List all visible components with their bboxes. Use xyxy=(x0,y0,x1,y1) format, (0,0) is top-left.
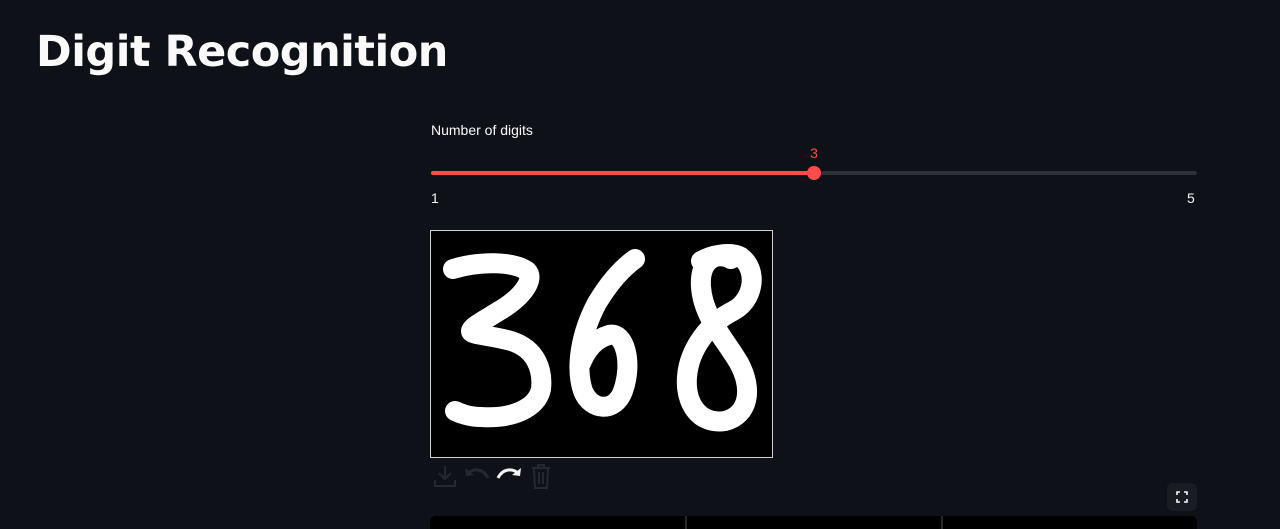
clear-button[interactable] xyxy=(526,461,556,491)
results-grid xyxy=(430,516,1197,529)
fullscreen-icon xyxy=(1176,491,1188,503)
slider-min-label: 1 xyxy=(431,190,439,206)
undo-icon xyxy=(465,468,490,479)
slider-max-label: 5 xyxy=(1187,190,1195,206)
download-icon xyxy=(434,466,456,487)
redo-icon xyxy=(496,468,521,479)
undo-button[interactable] xyxy=(462,461,492,491)
slider-fill xyxy=(431,171,814,175)
slider-track[interactable] xyxy=(431,166,1197,180)
download-button[interactable] xyxy=(430,461,460,491)
handwritten-digits-drawing xyxy=(443,244,762,432)
canvas-toolbar xyxy=(430,461,556,493)
fullscreen-button[interactable] xyxy=(1167,483,1197,511)
redo-button[interactable] xyxy=(494,461,524,491)
page-title: Digit Recognition xyxy=(36,27,448,77)
drawing-canvas[interactable] xyxy=(430,230,773,458)
slider-thumb[interactable] xyxy=(807,166,821,180)
slider-current-value: 3 xyxy=(810,145,818,161)
trash-icon xyxy=(532,464,550,489)
slider-label: Number of digits xyxy=(431,122,533,138)
grid-column-divider xyxy=(941,516,943,529)
grid-column-divider xyxy=(685,516,687,529)
